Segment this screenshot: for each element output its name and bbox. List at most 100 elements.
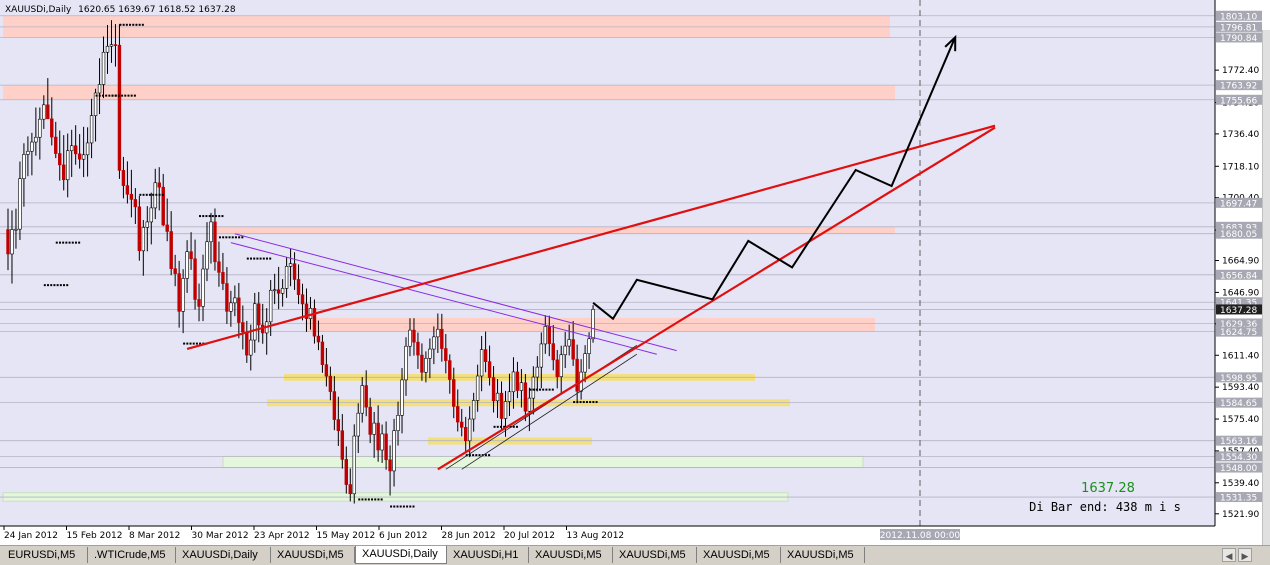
x-tick-label-6: 6 Jun 2012 xyxy=(379,531,427,541)
pivot-dot-6-1 xyxy=(186,342,189,345)
pivot-dot-0-7 xyxy=(133,94,136,97)
candle-body-84 xyxy=(340,430,345,460)
pivot-dot-0-3 xyxy=(121,94,124,97)
candle-body-39 xyxy=(161,186,165,226)
pivot-dot-4-1 xyxy=(122,23,125,26)
tab-scroll-right-icon[interactable]: ▶ xyxy=(1238,548,1252,562)
candle-body-143 xyxy=(575,358,579,392)
pivot-dot-7-2 xyxy=(205,215,208,218)
pivot-dot-15-7 xyxy=(595,401,598,404)
pivot-dot-11-7 xyxy=(412,505,415,508)
candle-body-134 xyxy=(539,343,544,368)
level-tag-3: 1763.92 xyxy=(1220,82,1257,92)
candle-body-92 xyxy=(372,422,376,435)
candle-body-49 xyxy=(201,268,205,307)
candle-body-100 xyxy=(404,345,408,381)
tab-xauusdi-m5[interactable]: XAUUSDi,M5 xyxy=(271,547,355,563)
candle-body-69 xyxy=(280,288,285,294)
pivot-dot-14-1 xyxy=(532,388,535,391)
tab-xauusdi-m5-2[interactable]: XAUUSDi,M5 xyxy=(529,547,613,563)
candle-body-70 xyxy=(284,266,289,289)
pivot-dot-8-6 xyxy=(238,236,241,239)
scroll-strip[interactable] xyxy=(1262,30,1270,545)
candle-body-91 xyxy=(368,406,372,435)
zone-resistance-1 xyxy=(3,85,895,100)
candle-body-21 xyxy=(89,115,94,144)
tab-wticrude-m5[interactable]: .WTICrude,M5 xyxy=(88,547,176,563)
pivot-dot-14-7 xyxy=(551,388,554,391)
candle-body-80 xyxy=(324,364,329,377)
pivot-dot-3-3 xyxy=(105,94,108,97)
x-tick-label-0: 24 Jan 2012 xyxy=(4,531,58,541)
pivot-dot-15-2 xyxy=(579,401,582,404)
tab-xauusdi-h1[interactable]: XAUUSDi,H1 xyxy=(447,547,529,563)
pivot-dot-10-1 xyxy=(361,498,364,501)
pivot-dot-13-2 xyxy=(499,425,502,428)
pivot-dot-15-5 xyxy=(589,401,592,404)
pivot-dot-6-3 xyxy=(192,342,195,345)
x-tick-label-1: 15 Feb 2012 xyxy=(67,531,123,541)
pivot-dot-5-0 xyxy=(139,193,142,196)
x-tick-label-9: 13 Aug 2012 xyxy=(567,531,625,541)
pivot-dot-1-6 xyxy=(63,284,66,287)
level-tag-2: 1790.84 xyxy=(1220,34,1257,44)
pivot-dot-11-5 xyxy=(406,505,409,508)
candle-body-52 xyxy=(213,221,217,263)
pivot-dot-8-7 xyxy=(241,236,244,239)
pivot-dot-4-6 xyxy=(138,23,141,26)
pivot-dot-3-7 xyxy=(117,94,120,97)
candle-body-60 xyxy=(245,331,249,356)
pivot-dot-3-6 xyxy=(114,94,117,97)
pivot-dot-4-7 xyxy=(141,23,144,26)
pivot-dot-3-2 xyxy=(101,94,104,97)
tab-eurusdi-m5[interactable]: EURUSDi,M5 xyxy=(2,547,88,563)
candle-body-16 xyxy=(69,145,74,152)
price-chart[interactable]: 1772.401754.101736.401718.101700.401682.… xyxy=(0,0,1270,545)
candle-body-128 xyxy=(515,371,520,391)
candle-body-13 xyxy=(58,153,62,166)
pivot-dot-1-2 xyxy=(50,284,53,287)
candle-body-71 xyxy=(288,263,293,267)
pivot-dot-8-5 xyxy=(234,236,237,239)
candle-body-132 xyxy=(531,376,536,399)
tab-xauusdi-m5-5[interactable]: XAUUSDi,M5 xyxy=(781,547,865,563)
level-tag-13: 1598.95 xyxy=(1220,374,1257,384)
tab-xauusdi-daily[interactable]: XAUUSDi,Daily xyxy=(176,547,271,563)
level-tag-1: 1796.81 xyxy=(1220,23,1257,33)
pivot-dot-12-3 xyxy=(475,454,478,457)
pivot-dot-11-4 xyxy=(402,505,405,508)
candle-body-18 xyxy=(77,153,82,160)
pivot-dot-14-3 xyxy=(538,388,541,391)
y-tick-label-14: 1521.90 xyxy=(1222,510,1259,520)
pivot-dot-9-7 xyxy=(269,257,272,260)
candle-body-19 xyxy=(81,154,86,160)
candle-body-63 xyxy=(257,303,261,326)
pivot-dot-1-5 xyxy=(59,284,62,287)
pivot-dot-1-0 xyxy=(43,284,46,287)
tab-xauusdi-m5-3[interactable]: XAUUSDi,M5 xyxy=(613,547,697,563)
candle-body-36 xyxy=(149,207,153,223)
candle-body-115 xyxy=(463,427,468,442)
tab-xauusdi-daily-active[interactable]: XAUUSDi,Daily xyxy=(355,546,447,564)
x-tick-label-4: 23 Apr 2012 xyxy=(254,531,310,541)
candle-body-25 xyxy=(105,45,110,53)
candle-body-45 xyxy=(185,251,189,279)
pivot-dot-15-3 xyxy=(582,401,585,404)
pivot-dot-7-0 xyxy=(199,215,202,218)
pivot-dot-11-1 xyxy=(393,505,396,508)
tab-xauusdi-m5-4[interactable]: XAUUSDi,M5 xyxy=(697,547,781,563)
candle-body-89 xyxy=(360,385,364,414)
level-tag-4: 1755.66 xyxy=(1220,96,1257,106)
candle-body-85 xyxy=(344,459,348,485)
candle-body-8 xyxy=(38,118,42,138)
tab-scroll-left-icon[interactable]: ◀ xyxy=(1222,548,1236,562)
candle-body-26 xyxy=(109,44,114,47)
pivot-dot-3-5 xyxy=(111,94,114,97)
pivot-dot-8-0 xyxy=(218,236,221,239)
pivot-dot-5-3 xyxy=(148,193,151,196)
candle-body-118 xyxy=(475,375,480,401)
pivot-dot-10-7 xyxy=(380,498,383,501)
candle-body-34 xyxy=(141,227,146,252)
pivot-dot-10-6 xyxy=(377,498,380,501)
pivot-dot-4-0 xyxy=(119,23,122,26)
